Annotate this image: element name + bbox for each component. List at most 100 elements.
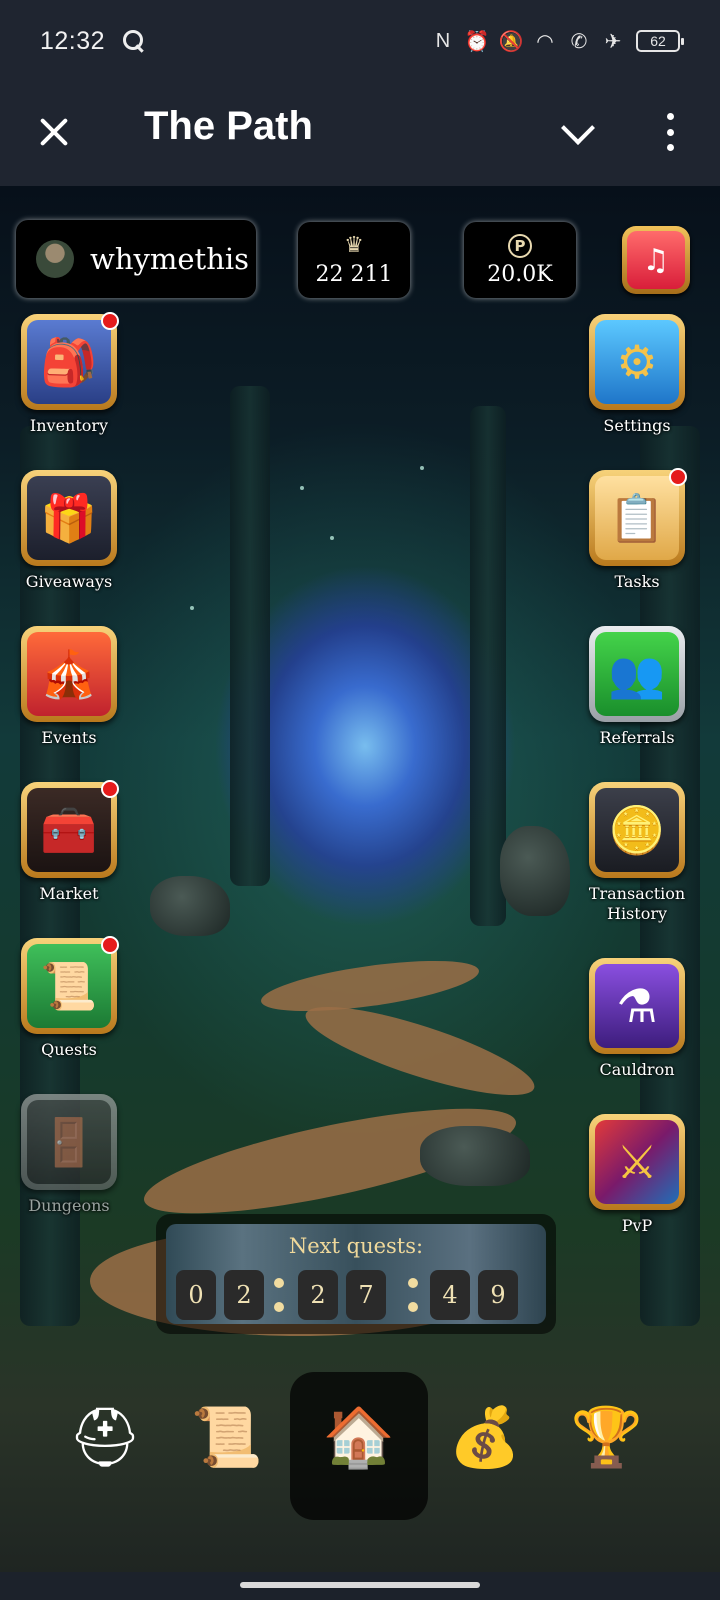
timer-separator <box>274 1278 284 1314</box>
referral-friends-icon: 👥 <box>595 632 679 716</box>
menu-label: Giveaways <box>25 572 113 591</box>
menu-cauldron[interactable]: ⚗ Cauldron <box>582 958 692 1080</box>
menu-dungeons[interactable]: 🚪 Dungeons <box>14 1094 124 1216</box>
menu-label: Settings <box>603 416 671 435</box>
menu-label: Inventory <box>29 416 109 435</box>
menu-transaction-history[interactable]: 🪙 Transaction History <box>582 782 692 924</box>
menu-inventory[interactable]: 🎒 Inventory <box>14 312 124 436</box>
menu-icon-frame: 🎁 <box>21 470 117 566</box>
dirt-path <box>258 950 482 1022</box>
backpack-icon: 🎒 <box>27 320 111 404</box>
game-scene: whymethis ♛ 22 211 P 20.0K ♫ 🎒 Inventory… <box>0 186 720 1572</box>
menu-tasks[interactable]: 📋 Tasks <box>582 468 692 592</box>
airplane-icon: ✈ <box>604 30 622 53</box>
menu-icon-frame: ⚙ <box>589 314 685 410</box>
checklist-icon: 📋 <box>595 476 679 560</box>
sparkle <box>190 606 194 610</box>
notification-dot <box>101 312 119 330</box>
music-note-icon: ♫ <box>627 231 685 289</box>
alert-scroll-icon[interactable]: 📜 <box>172 1382 282 1492</box>
status-time: 12:32 <box>40 26 106 55</box>
crown-icon: ♛ <box>344 232 364 258</box>
home-indicator[interactable] <box>240 1582 480 1588</box>
nfc-icon: N <box>435 29 451 52</box>
wifi-calling-icon: ✆ <box>570 30 588 53</box>
notification-dot <box>669 468 687 486</box>
treasure-chest-icon[interactable]: 💰 <box>430 1382 540 1492</box>
menu-icon-frame: ⚗ <box>589 958 685 1054</box>
menu-label: Events <box>41 728 97 747</box>
close-icon[interactable] <box>34 112 74 152</box>
timer-digit: 9 <box>478 1270 518 1320</box>
alarm-icon: ⏰ <box>464 30 490 53</box>
avatar <box>36 240 74 278</box>
tree-trunk <box>230 386 270 886</box>
coin-icon: P <box>508 233 532 258</box>
house-icon[interactable]: 🏠 <box>304 1382 414 1492</box>
menu-icon-frame: 🧰 <box>21 780 119 878</box>
menu-icon-frame: 🚪 <box>21 1094 117 1190</box>
menu-giveaways[interactable]: 🎁 Giveaways <box>14 470 124 592</box>
crown-score-value: 22 211 <box>315 261 393 287</box>
timer-digit: 0 <box>176 1270 216 1320</box>
sparkle <box>300 486 304 490</box>
menu-icon-frame: ⚔ <box>589 1114 685 1210</box>
menu-icon-frame: 📋 <box>589 468 687 566</box>
more-options-icon[interactable] <box>660 110 680 154</box>
chevron-down-icon[interactable] <box>558 112 598 152</box>
dirt-path <box>298 990 542 1112</box>
scroll-icon: 📜 <box>27 944 111 1028</box>
status-icons: N ⏰ 🔕 ◠ ✆ ✈ 62 <box>432 29 684 53</box>
crown-score-pill[interactable]: ♛ 22 211 <box>298 222 410 298</box>
menu-icon-frame: 🎪 <box>21 626 117 722</box>
menu-quests[interactable]: 📜 Quests <box>14 936 124 1060</box>
rock <box>420 1126 530 1186</box>
menu-referrals[interactable]: 👥 Referrals <box>582 626 692 748</box>
gear-icon: ⚙ <box>595 320 679 404</box>
timer-digit: 7 <box>346 1270 386 1320</box>
page-title: The Path <box>144 104 313 148</box>
menu-label: Cauldron <box>599 1060 675 1079</box>
menu-settings[interactable]: ⚙ Settings <box>582 314 692 436</box>
menu-events[interactable]: 🎪 Events <box>14 626 124 748</box>
timer-panel: Next quests: 0 2 2 7 4 9 <box>166 1224 546 1324</box>
banner-icon: 🎪 <box>27 632 111 716</box>
system-home-bar <box>0 1572 720 1600</box>
knight-helmet-icon[interactable]: ⛑ <box>50 1382 160 1492</box>
menu-label: Quests <box>41 1040 97 1059</box>
rock <box>500 826 570 916</box>
menu-icon-frame: 🪙 <box>589 782 685 878</box>
menu-label: Tasks <box>614 572 660 591</box>
coin-balance-value: 20.0K <box>487 261 553 287</box>
timer-separator <box>408 1278 418 1314</box>
dungeon-door-icon: 🚪 <box>27 1100 111 1184</box>
user-profile-pill[interactable]: whymethis <box>16 220 256 298</box>
bottom-navigation: ⛑ 📜 🏠 💰 🏆 <box>0 1372 720 1522</box>
app-bar: The Path <box>0 82 720 186</box>
gift-icon: 🎁 <box>27 476 111 560</box>
trophy-icon[interactable]: 🏆 <box>552 1382 662 1492</box>
coin-balance-pill[interactable]: P 20.0K <box>464 222 576 298</box>
sparkle <box>420 466 424 470</box>
music-toggle-button[interactable]: ♫ <box>622 226 690 294</box>
menu-icon-frame: 📜 <box>21 936 119 1034</box>
notification-dot <box>101 780 119 798</box>
notification-dot <box>101 936 119 954</box>
cauldron-icon: ⚗ <box>595 964 679 1048</box>
menu-label: Referrals <box>599 728 675 747</box>
status-bar: 12:32 N ⏰ 🔕 ◠ ✆ ✈ 62 <box>0 0 720 82</box>
menu-label: Transaction History <box>588 884 686 923</box>
battery-icon: 62 <box>636 30 684 52</box>
username: whymethis <box>90 242 250 276</box>
sparkle <box>330 536 334 540</box>
menu-label: Dungeons <box>28 1196 110 1215</box>
menu-market[interactable]: 🧰 Market <box>14 780 124 904</box>
search-icon <box>123 30 145 52</box>
chest-icon: 🧰 <box>27 788 111 872</box>
menu-pvp[interactable]: ⚔ PvP <box>582 1114 692 1236</box>
next-quests-timer: Next quests: 0 2 2 7 4 9 <box>156 1214 556 1334</box>
tree-trunk <box>470 406 506 926</box>
mute-icon: 🔕 <box>498 30 524 53</box>
menu-label: Market <box>39 884 99 903</box>
crossed-swords-icon: ⚔ <box>595 1120 679 1204</box>
